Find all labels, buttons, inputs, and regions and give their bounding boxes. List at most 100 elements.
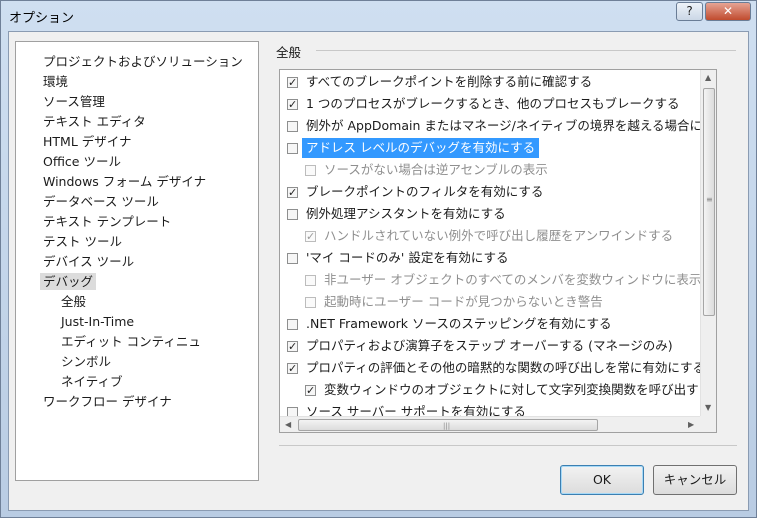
tree-item-label: デバッグ [40, 273, 97, 290]
tree-item-label: ワークフロー デザイナ [43, 394, 172, 409]
option-label: 'マイ コードのみ' 設定を有効にする [306, 250, 509, 265]
option-label: ソースがない場合は逆アセンブルの表示 [324, 162, 548, 177]
option-checkbox[interactable]: ✓ [287, 76, 298, 88]
cancel-button[interactable]: キャンセル [653, 465, 737, 495]
tree-item-label: テキスト エディタ [43, 114, 146, 129]
section-title: 全般 [276, 45, 302, 60]
option-label: 変数ウィンドウのオブジェクトに対して文字列変換関数を呼び出す (C [324, 382, 700, 397]
option-checkbox [305, 274, 316, 286]
option-label: ソース サーバー サポートを有効にする [306, 404, 526, 416]
option-label: 非ユーザー オブジェクトのすべてのメンバを変数ウィンドウに表示す [324, 272, 700, 287]
option-label: プロパティの評価とその他の暗黙的な関数の呼び出しを常に有効にする [306, 360, 700, 375]
vertical-scroll-thumb[interactable]: ≡ [703, 88, 715, 316]
help-button[interactable]: ? [676, 2, 703, 21]
scroll-up-icon[interactable]: ▲ [705, 73, 711, 82]
dialog-body: プロジェクトおよびソリューション 環境ソース管理テキスト エディタ HTML デザイ… [8, 31, 749, 511]
scroll-corner [700, 416, 716, 432]
option-row[interactable]: ✓ ブレークポイントのフィルタを有効にする [287, 182, 543, 202]
horizontal-scrollbar[interactable]: ◀ ||| ▶ [280, 416, 700, 432]
option-checkbox[interactable] [287, 142, 298, 154]
option-checkbox[interactable]: ✓ [287, 340, 298, 352]
option-label: 例外が AppDomain またはマネージ/ネイティブの境界を越える場合にブ [306, 118, 700, 133]
option-row[interactable]: ✓ すべてのブレークポイントを削除する前に確認する [287, 72, 592, 92]
option-checkbox[interactable]: ✓ [287, 362, 298, 374]
option-row[interactable]: ✓ プロパティの評価とその他の暗黙的な関数の呼び出しを常に有効にする [287, 358, 700, 378]
option-checkbox[interactable] [287, 120, 298, 132]
tree-item-label: テキスト テンプレート [43, 214, 172, 229]
option-label: すべてのブレークポイントを削除する前に確認する [306, 74, 593, 89]
tree-item-label: Just-In-Time [61, 314, 135, 329]
option-checkbox[interactable]: ✓ [287, 98, 298, 110]
grip-icon: ≡ [706, 195, 713, 204]
option-row[interactable]: ✓ 1 つのプロセスがブレークするとき、他のプロセスもブレークする [287, 94, 680, 114]
tree-item[interactable]: Office ツール [43, 152, 121, 172]
tree-item[interactable]: ソース管理 [43, 92, 105, 112]
tree-item[interactable]: エディット コンティニュ [61, 332, 201, 352]
tree-item[interactable]: ネイティブ [61, 372, 123, 392]
option-label: プロパティおよび演算子をステップ オーバーする (マネージのみ) [306, 338, 673, 353]
tree-item[interactable]: データベース ツール [43, 192, 159, 212]
option-label: .NET Framework ソースのステッピングを有効にする [306, 316, 612, 331]
tree-item-label: プロジェクトおよびソリューション [43, 54, 243, 69]
tree-item-label: シンボル [61, 354, 112, 369]
ok-button[interactable]: OK [560, 465, 644, 495]
section-divider [316, 50, 736, 51]
tree-item[interactable]: 全般 [61, 292, 86, 312]
tree-item-label: Windows フォーム デザイナ [43, 174, 207, 189]
tree-item[interactable]: デバッグ [40, 272, 97, 292]
tree-item-label: 全般 [61, 294, 87, 309]
tree-item-label: ネイティブ [61, 374, 123, 389]
tree-item[interactable]: テキスト テンプレート [43, 212, 171, 232]
vertical-scrollbar[interactable]: ▲ ≡ ▼ [700, 70, 716, 416]
tree-item[interactable]: HTML デザイナ [43, 132, 132, 152]
tree-item[interactable]: シンボル [61, 352, 111, 372]
option-checkbox[interactable] [287, 208, 298, 220]
options-dialog: オプション ? ✕ プロジェクトおよびソリューション 環境ソース管理テキスト エデ… [0, 0, 757, 518]
option-row[interactable]: 例外処理アシスタントを有効にする [287, 204, 506, 224]
horizontal-scroll-thumb[interactable]: ||| [298, 419, 598, 431]
option-checkbox[interactable]: ✓ [287, 186, 298, 198]
option-row[interactable]: ✓ 変数ウィンドウのオブジェクトに対して文字列変換関数を呼び出す (C [305, 380, 700, 400]
tree-item[interactable]: Windows フォーム デザイナ [43, 172, 206, 192]
tree-item[interactable]: テスト ツール [43, 232, 122, 252]
option-label: アドレス レベルのデバッグを有効にする [302, 138, 540, 158]
scroll-right-icon[interactable]: ▶ [688, 420, 694, 429]
scroll-left-icon[interactable]: ◀ [285, 420, 291, 429]
title-bar[interactable]: オプション ? ✕ [1, 1, 756, 31]
option-row[interactable]: 'マイ コードのみ' 設定を有効にする [287, 248, 508, 268]
options-list-viewport: ✓ すべてのブレークポイントを削除する前に確認する ✓ 1 つのプロセスがブレークする… [280, 70, 700, 416]
tree-item-label: 環境 [43, 74, 69, 89]
option-row[interactable]: .NET Framework ソースのステッピングを有効にする [287, 314, 612, 334]
option-checkbox [305, 164, 316, 176]
option-checkbox[interactable] [287, 406, 298, 416]
tree-item[interactable]: Just-In-Time [61, 312, 134, 332]
category-tree[interactable]: プロジェクトおよびソリューション 環境ソース管理テキスト エディタ HTML デザイ… [15, 41, 259, 481]
option-checkbox [305, 296, 316, 308]
tree-item[interactable]: デバイス ツール [43, 252, 134, 272]
option-checkbox: ✓ [305, 229, 316, 243]
option-row: ソースがない場合は逆アセンブルの表示 [305, 160, 548, 180]
tree-item-label: データベース ツール [43, 194, 159, 209]
option-checkbox[interactable]: ✓ [305, 384, 316, 396]
option-checkbox[interactable] [287, 252, 298, 264]
option-row: 起動時にユーザー コードが見つからないとき警告 [305, 292, 603, 312]
option-row: 非ユーザー オブジェクトのすべてのメンバを変数ウィンドウに表示す [305, 270, 700, 290]
scroll-down-icon[interactable]: ▼ [705, 403, 711, 412]
tree-item-label: ソース管理 [43, 94, 105, 109]
close-button[interactable]: ✕ [705, 2, 751, 21]
option-row[interactable]: アドレス レベルのデバッグを有効にする [287, 138, 540, 158]
option-row[interactable]: ✓ プロパティおよび演算子をステップ オーバーする (マネージのみ) [287, 336, 673, 356]
footer-divider [279, 445, 737, 446]
tree-item[interactable]: プロジェクトおよびソリューション [43, 52, 243, 72]
option-label: 例外処理アシスタントを有効にする [306, 206, 506, 221]
option-row[interactable]: 例外が AppDomain またはマネージ/ネイティブの境界を越える場合にブ [287, 116, 700, 136]
tree-item[interactable]: テキスト エディタ [43, 112, 146, 132]
option-row[interactable]: ソース サーバー サポートを有効にする [287, 402, 526, 416]
tree-item[interactable]: ワークフロー デザイナ [43, 392, 172, 412]
option-label: 1 つのプロセスがブレークするとき、他のプロセスもブレークする [306, 96, 680, 111]
tree-item-label: テスト ツール [43, 234, 122, 249]
tree-item[interactable]: 環境 [43, 72, 68, 92]
option-row: ✓ ハンドルされていない例外で呼び出し履歴をアンワインドする [305, 226, 673, 246]
option-checkbox[interactable] [287, 318, 298, 330]
options-list[interactable]: ✓ すべてのブレークポイントを削除する前に確認する ✓ 1 つのプロセスがブレークする… [279, 69, 717, 433]
